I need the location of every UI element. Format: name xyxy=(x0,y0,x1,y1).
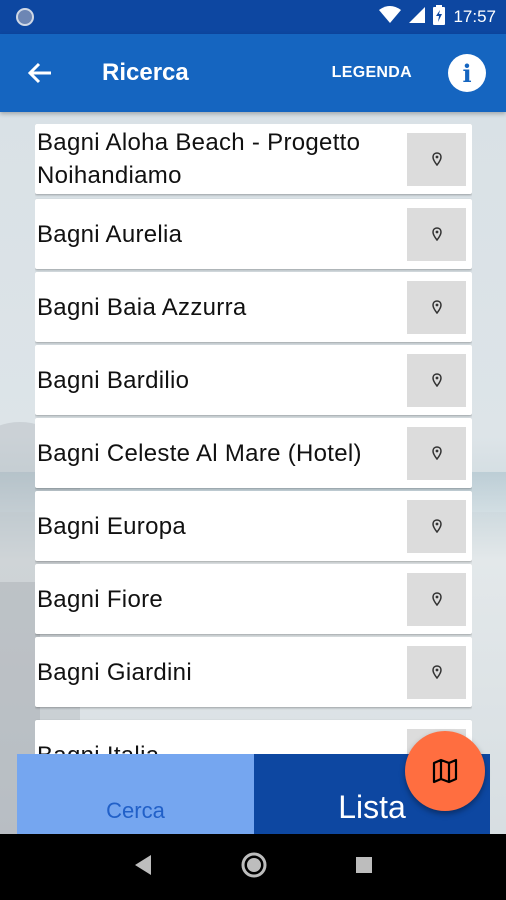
wifi-icon xyxy=(379,5,402,29)
battery-icon xyxy=(433,4,446,30)
beach-name: Bagni Fiore xyxy=(37,585,164,613)
map-icon xyxy=(432,758,458,784)
list-item[interactable]: Bagni Italia xyxy=(35,720,472,754)
signal-icon xyxy=(409,6,426,28)
list-item[interactable]: Bagni Bardilio xyxy=(35,345,472,415)
locate-button[interactable] xyxy=(407,280,466,334)
list-item[interactable]: Bagni Fiore xyxy=(35,564,472,634)
list-item[interactable]: Bagni Aloha Beach - Progetto Noihandiamo xyxy=(35,124,472,194)
locate-button[interactable] xyxy=(407,207,466,261)
beach-name: Bagni Aloha Beach - Progetto Noihandiamo xyxy=(37,129,361,189)
app-bar: Ricerca LEGENDA i xyxy=(0,34,506,112)
list-item[interactable]: Bagni Europa xyxy=(35,491,472,561)
beach-name: Bagni Giardini xyxy=(37,658,192,686)
list-item[interactable]: Bagni Aurelia xyxy=(35,199,472,269)
legend-button[interactable]: LEGENDA xyxy=(332,64,412,82)
tab-lista-label: Lista xyxy=(338,789,406,825)
map-pin-icon xyxy=(431,665,442,679)
map-pin-icon xyxy=(431,446,442,460)
map-view-button[interactable] xyxy=(405,731,485,811)
info-icon: i xyxy=(462,58,472,88)
nav-back-icon[interactable] xyxy=(133,854,153,881)
beach-name: Bagni Bardilio xyxy=(37,366,190,394)
tab-cerca-label: Cerca xyxy=(106,798,165,823)
locate-button[interactable] xyxy=(407,132,466,186)
beach-name: Bagni Italia xyxy=(35,739,407,755)
locate-button[interactable] xyxy=(407,645,466,699)
locate-button[interactable] xyxy=(407,499,466,553)
locate-button[interactable] xyxy=(407,572,466,626)
map-pin-icon xyxy=(431,300,442,314)
notification-icon xyxy=(16,8,34,26)
clock: 17:57 xyxy=(453,7,496,26)
nav-home-icon[interactable] xyxy=(240,851,268,884)
list-item[interactable]: Bagni Celeste Al Mare (Hotel) xyxy=(35,418,472,488)
beach-name: Bagni Baia Azzurra xyxy=(37,293,247,321)
locate-button[interactable] xyxy=(407,353,466,407)
info-button[interactable]: i xyxy=(448,54,486,92)
beach-name: Bagni Europa xyxy=(37,512,187,540)
tab-cerca[interactable]: Cerca xyxy=(17,754,254,834)
back-arrow-icon xyxy=(27,62,51,84)
map-pin-icon xyxy=(431,519,442,533)
map-pin-icon xyxy=(431,227,442,241)
nav-recents-icon[interactable] xyxy=(355,856,373,879)
list-item[interactable]: Bagni Giardini xyxy=(35,637,472,707)
status-bar: 17:57 xyxy=(0,0,506,34)
map-pin-icon xyxy=(431,592,442,606)
list-item[interactable]: Bagni Baia Azzurra xyxy=(35,272,472,342)
map-pin-icon xyxy=(431,373,442,387)
beach-name: Bagni Aurelia xyxy=(37,220,183,248)
map-pin-icon xyxy=(431,152,442,166)
back-button[interactable] xyxy=(0,34,80,112)
page-title: Ricerca xyxy=(102,59,189,86)
beach-name: Bagni Celeste Al Mare (Hotel) xyxy=(37,439,362,467)
locate-button[interactable] xyxy=(407,426,466,480)
beach-list[interactable]: Bagni Aloha Beach - Progetto Noihandiamo… xyxy=(35,124,472,754)
navigation-bar xyxy=(0,834,506,900)
